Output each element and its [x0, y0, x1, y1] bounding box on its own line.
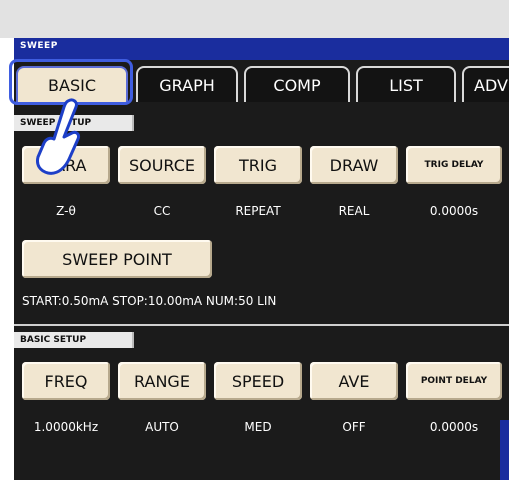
tab-list[interactable]: LIST [356, 66, 456, 102]
point-delay-button[interactable]: POINT DELAY [406, 362, 502, 400]
speed-button[interactable]: SPEED [214, 362, 302, 400]
range-value: AUTO [145, 420, 179, 434]
freq-value: 1.0000kHz [33, 420, 99, 434]
speed-value: MED [244, 420, 272, 434]
ave-button[interactable]: AVE [310, 362, 398, 400]
point-delay-value: 0.0000s [429, 420, 479, 434]
range-button[interactable]: RANGE [118, 362, 206, 400]
source-button[interactable]: SOURCE [118, 146, 206, 184]
screen: SWEEP BASIC GRAPH COMP LIST ADV SWEEP SE… [0, 0, 509, 480]
window-title: SWEEP [20, 41, 58, 51]
tab-adv[interactable]: ADV [462, 66, 509, 102]
tab-graph[interactable]: GRAPH [136, 66, 238, 102]
sweep-point-info: START:0.50mA STOP:10.00mA NUM:50 LIN [22, 294, 277, 308]
draw-button[interactable]: DRAW [310, 146, 398, 184]
trig-delay-button[interactable]: TRIG DELAY [406, 146, 502, 184]
section-divider [14, 324, 509, 326]
top-margin [0, 0, 509, 38]
freq-button[interactable]: FREQ [22, 362, 110, 400]
source-value: CC [153, 204, 171, 218]
para-value: Z-θ [56, 204, 76, 218]
trig-button[interactable]: TRIG [214, 146, 302, 184]
title-bar [14, 38, 509, 60]
ave-value: OFF [342, 420, 366, 434]
draw-value: REAL [338, 204, 370, 218]
section-label-basic-setup: BASIC SETUP [14, 332, 134, 348]
trig-value: REPEAT [235, 204, 281, 218]
hand-pointer-icon [36, 98, 80, 175]
sweep-point-button[interactable]: SWEEP POINT [22, 240, 212, 278]
tab-comp[interactable]: COMP [244, 66, 350, 102]
trig-delay-value: 0.0000s [429, 204, 479, 218]
right-edge-bar [500, 420, 509, 480]
